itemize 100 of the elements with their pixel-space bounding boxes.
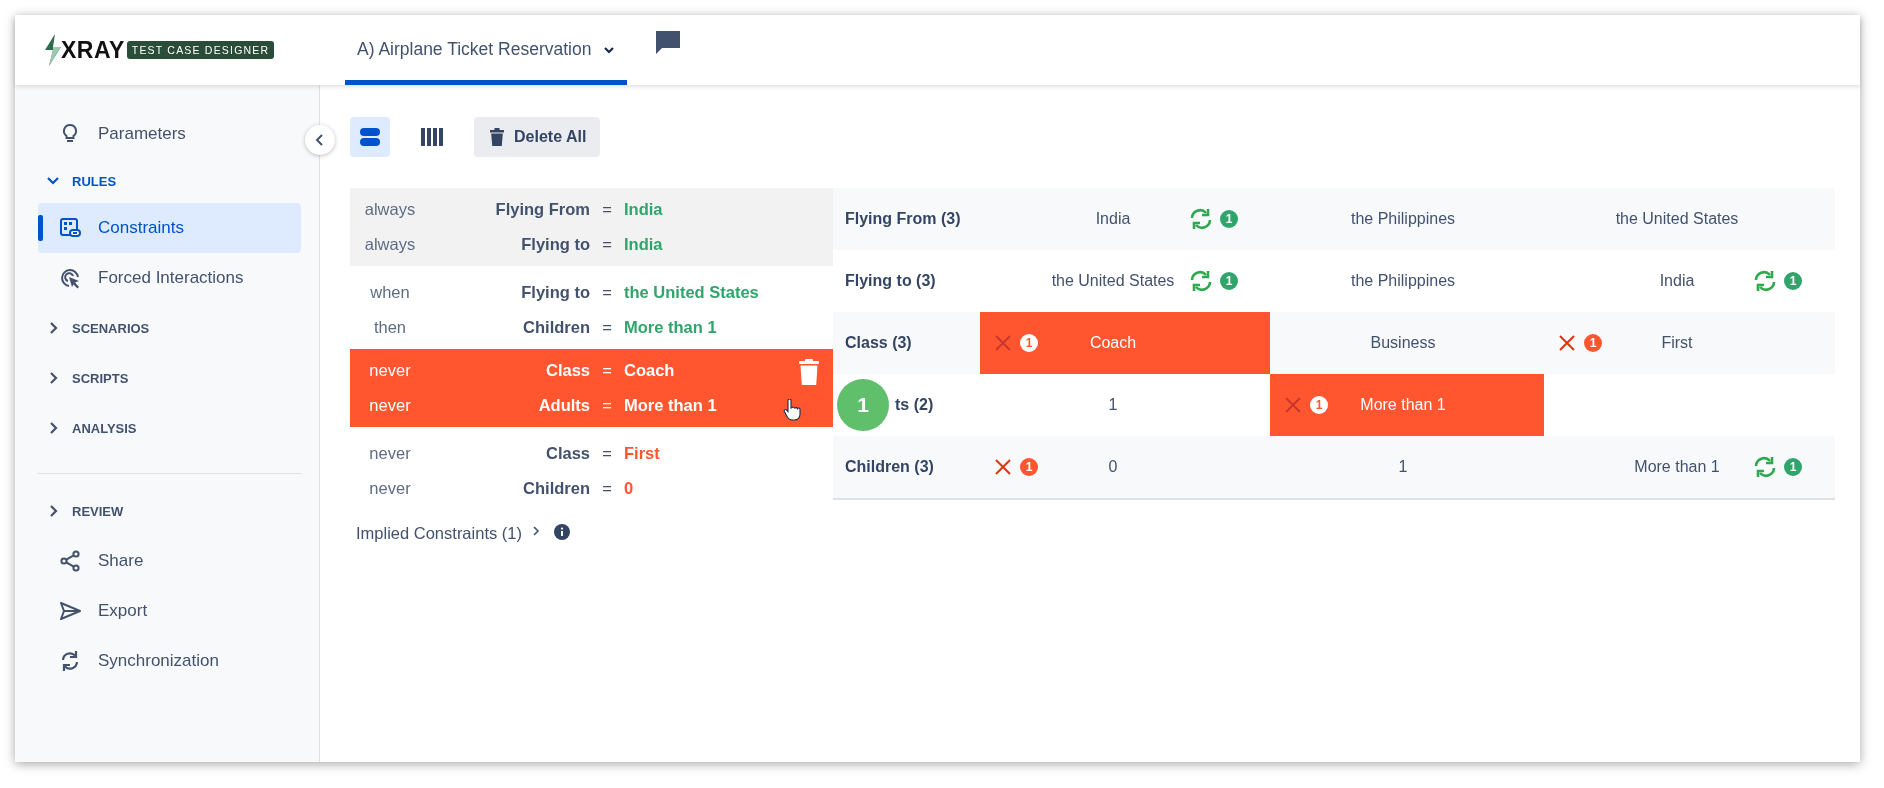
parameter-name: Class (3) (845, 334, 912, 352)
hand-cursor-icon (783, 399, 801, 421)
nav-item[interactable]: Parameters (38, 109, 301, 159)
rule-keyword: always (363, 200, 417, 219)
count-badge: 1 (1220, 210, 1238, 228)
nav-item[interactable]: Constraints (38, 203, 301, 253)
trash-icon (490, 128, 504, 146)
grid-link-icon (58, 216, 82, 240)
step-badge: 1 (837, 379, 889, 431)
rule-keyword: always (363, 235, 417, 254)
columns-view-icon (420, 125, 444, 149)
rule-parameter: Children (522, 479, 590, 498)
rule-parameter: Class (544, 361, 590, 380)
trash-icon[interactable] (799, 359, 819, 385)
logo-badge: TEST CASE DESIGNER (126, 41, 275, 59)
value-text: More than 1 (1633, 458, 1721, 476)
chevron-left-icon (315, 134, 325, 146)
section-header[interactable]: RULES (38, 159, 301, 203)
target-cursor-icon (58, 266, 82, 290)
rule-value: First (624, 444, 660, 463)
rule-value: 0 (624, 479, 634, 498)
value-text: 1 (1107, 396, 1119, 414)
parameter-name: Children (3) (845, 458, 934, 476)
section-header[interactable]: REVIEW (38, 486, 301, 536)
nav-item[interactable]: Synchronization (38, 636, 301, 686)
collapse-button[interactable] (305, 125, 335, 155)
rule-parameter: Adults (537, 396, 590, 415)
lightning-bolt-icon (43, 34, 63, 66)
section-header[interactable]: ANALYSIS (38, 403, 301, 453)
view-toggle-button[interactable] (350, 117, 390, 157)
document-tab[interactable]: A) Airplane Ticket Reservation (345, 15, 628, 85)
cross-icon (1558, 334, 1576, 352)
equals-sign: = (601, 283, 613, 302)
rule-keyword: never (368, 444, 412, 463)
count-badge: 1 (1310, 396, 1328, 414)
parameter-name: ts (2) (895, 396, 934, 414)
count-badge: 1 (1584, 334, 1602, 352)
sync-icon (1752, 456, 1778, 478)
rule-parameter: Flying to (520, 283, 590, 302)
equals-sign: = (601, 318, 613, 337)
implied-constraints-link[interactable]: Implied Constraints (1) (356, 524, 522, 543)
value-text: the United States (1050, 272, 1176, 290)
value-text: India (1658, 272, 1696, 290)
delete-all-button[interactable]: Delete All (474, 117, 601, 157)
section-header[interactable]: SCRIPTS (38, 353, 301, 403)
equals-sign: = (601, 479, 613, 498)
paper-plane-icon (58, 599, 82, 623)
rule-parameter: Flying From (494, 200, 590, 219)
count-badge: 1 (1020, 458, 1038, 476)
count-badge: 1 (1784, 272, 1802, 290)
nav-item[interactable]: Forced Interactions (38, 253, 301, 303)
count-badge: 1 (1784, 458, 1802, 476)
value-text: the United States (1614, 210, 1740, 228)
logo-wordmark: XRAY (61, 36, 125, 64)
count-badge: 1 (1220, 272, 1238, 290)
value-text: More than 1 (1359, 396, 1447, 414)
rule-parameter: Class (544, 444, 590, 463)
value-text: India (1094, 210, 1132, 228)
rule-keyword: never (368, 396, 412, 415)
rule-value: More than 1 (624, 396, 717, 415)
rule-keyword: when (369, 283, 411, 302)
rule-keyword: never (368, 361, 412, 380)
rows-view-icon (358, 125, 382, 149)
value-text: First (1660, 334, 1694, 352)
section-header[interactable]: SCENARIOS (38, 303, 301, 353)
value-text: Coach (1088, 334, 1138, 352)
parameter-name: Flying to (3) (845, 272, 936, 290)
value-text: 0 (1107, 458, 1119, 476)
cross-icon (1284, 396, 1302, 414)
value-text: Business (1369, 334, 1437, 352)
equals-sign: = (601, 361, 613, 380)
value-text: the Philippines (1349, 210, 1457, 228)
rule-keyword: then (372, 318, 408, 337)
sync-icon (1188, 270, 1214, 292)
rule-value: More than 1 (624, 318, 717, 337)
info-icon[interactable] (554, 523, 570, 540)
nav-item[interactable]: Export (38, 586, 301, 636)
caret-icon (603, 45, 616, 54)
rule-value: the United States (624, 283, 759, 302)
sync-icon (1752, 270, 1778, 292)
equals-sign: = (601, 200, 613, 219)
rule-value: Coach (624, 361, 675, 380)
equals-sign: = (601, 396, 613, 415)
rule-keyword: never (368, 479, 412, 498)
cross-icon (994, 458, 1012, 476)
rule-value: India (624, 235, 663, 254)
sync-icon (1188, 208, 1214, 230)
rule-parameter: Children (522, 318, 590, 337)
equals-sign: = (601, 444, 613, 463)
chevron-right-icon[interactable] (532, 525, 540, 536)
cross-icon (994, 334, 1012, 352)
comment-icon[interactable] (655, 30, 682, 54)
rule-parameter: Flying to (520, 235, 590, 254)
count-badge: 1 (1020, 334, 1038, 352)
share-icon (58, 549, 82, 573)
equals-sign: = (601, 235, 613, 254)
rule-value: India (624, 200, 663, 219)
parameter-name: Flying From (3) (845, 210, 961, 228)
nav-item[interactable]: Share (38, 536, 301, 586)
value-text: 1 (1397, 458, 1409, 476)
